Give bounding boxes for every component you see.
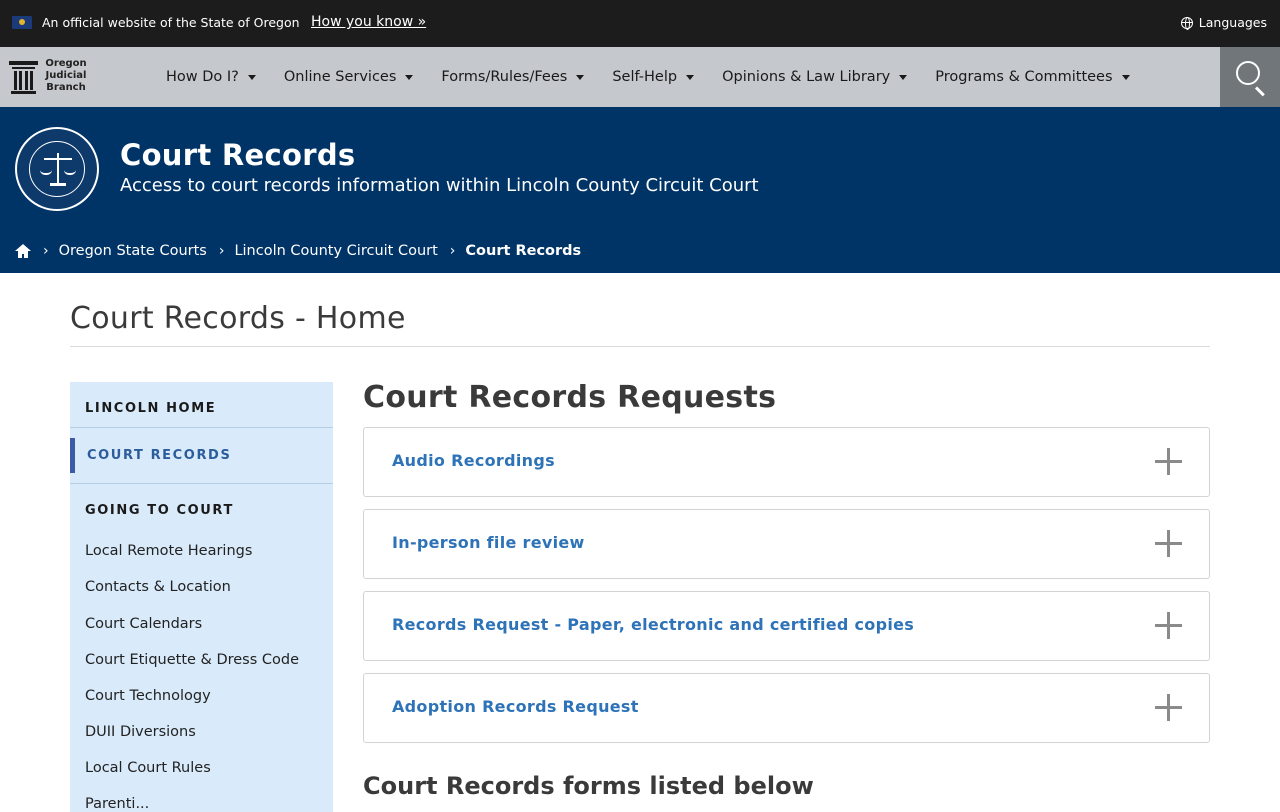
caret-down-icon	[247, 74, 256, 80]
page-hero: Court Records Access to court records in…	[0, 107, 1280, 273]
pillar-icon	[9, 59, 38, 94]
plus-icon	[1155, 448, 1182, 475]
sidebar-divider	[70, 427, 333, 428]
sidebar-item-lincoln-home[interactable]: LINCOLN HOME	[85, 401, 216, 416]
plus-icon	[1155, 612, 1182, 639]
sidebar-item-court-records[interactable]: COURT RECORDS	[70, 438, 333, 473]
plus-icon	[1155, 530, 1182, 557]
languages-button[interactable]: Languages	[1180, 15, 1267, 30]
nav-item-how-do-i[interactable]: How Do I?	[166, 69, 256, 85]
how-you-know-link[interactable]: How you know »	[311, 14, 426, 30]
page-title: Court Records - Home	[70, 301, 406, 336]
sidebar-section-going-to-court: GOING TO COURT	[85, 503, 234, 518]
breadcrumb: › Oregon State Courts › Lincoln County C…	[15, 243, 581, 259]
caret-down-icon	[686, 74, 695, 80]
sidebar-item-court-technology[interactable]: Court Technology	[85, 688, 211, 704]
official-website-text: An official website of the State of Oreg…	[42, 15, 300, 30]
nav-item-programs-committees[interactable]: Programs & Committees	[935, 69, 1130, 85]
breadcrumb-lincoln-county[interactable]: Lincoln County Circuit Court	[234, 243, 437, 259]
sidebar-item-local-court-rules[interactable]: Local Court Rules	[85, 760, 211, 776]
search-icon	[1236, 61, 1260, 85]
caret-down-icon	[576, 74, 585, 80]
judicial-department-seal-icon	[15, 127, 99, 211]
sidebar: LINCOLN HOME COURT RECORDS GOING TO COUR…	[70, 382, 333, 812]
main-navbar: Oregon Judicial Branch How Do I? Online …	[0, 47, 1280, 107]
forms-heading: Court Records forms listed below	[363, 772, 814, 800]
sidebar-divider	[70, 483, 333, 484]
chevron-right-icon: ›	[43, 243, 49, 259]
oregon-flag-icon	[12, 16, 32, 29]
title-divider	[70, 346, 1210, 347]
nav-item-opinions-law-library[interactable]: Opinions & Law Library	[722, 69, 908, 85]
accordion-in-person-file-review[interactable]: In-person file review	[363, 509, 1210, 579]
caret-down-icon	[899, 74, 908, 80]
hero-title: Court Records	[120, 138, 356, 172]
home-icon[interactable]	[15, 244, 31, 258]
breadcrumb-oregon-state-courts[interactable]: Oregon State Courts	[59, 243, 207, 259]
sidebar-item-court-etiquette[interactable]: Court Etiquette & Dress Code	[85, 652, 299, 668]
nav-item-forms-rules-fees[interactable]: Forms/Rules/Fees	[441, 69, 585, 85]
accordion-audio-recordings[interactable]: Audio Recordings	[363, 427, 1210, 497]
active-indicator	[70, 438, 75, 473]
caret-down-icon	[1121, 74, 1130, 80]
sidebar-item-label: COURT RECORDS	[87, 448, 232, 463]
sidebar-item-local-remote-hearings[interactable]: Local Remote Hearings	[85, 543, 252, 559]
nav-item-self-help[interactable]: Self-Help	[612, 69, 695, 85]
accordion-records-request[interactable]: Records Request - Paper, electronic and …	[363, 591, 1210, 661]
sidebar-item-duii-diversions[interactable]: DUII Diversions	[85, 724, 196, 740]
sidebar-item-court-calendars[interactable]: Court Calendars	[85, 616, 202, 632]
search-button[interactable]	[1220, 47, 1280, 107]
accordion-label: Audio Recordings	[392, 451, 555, 470]
nav-menu: How Do I? Online Services Forms/Rules/Fe…	[166, 47, 1158, 107]
ojb-logo[interactable]: Oregon Judicial Branch	[9, 58, 88, 94]
chevron-right-icon: ›	[449, 243, 456, 259]
accordion-label: In-person file review	[392, 533, 585, 552]
caret-down-icon	[405, 74, 414, 80]
accordion-adoption-records[interactable]: Adoption Records Request	[363, 673, 1210, 743]
sidebar-item-contacts-location[interactable]: Contacts & Location	[85, 579, 231, 595]
chevron-right-icon: ›	[218, 243, 225, 259]
sidebar-item-parenting[interactable]: Parenti...	[85, 796, 149, 812]
gov-banner: An official website of the State of Oreg…	[0, 0, 1280, 47]
breadcrumb-current: Court Records	[465, 243, 582, 259]
accordion-label: Adoption Records Request	[392, 697, 639, 716]
nav-item-online-services[interactable]: Online Services	[284, 69, 414, 85]
section-heading: Court Records Requests	[363, 380, 777, 415]
accordion-label: Records Request - Paper, electronic and …	[392, 615, 915, 634]
languages-label: Languages	[1198, 15, 1267, 30]
hero-subtitle: Access to court records information with…	[120, 175, 759, 196]
globe-icon	[1180, 16, 1193, 30]
plus-icon	[1155, 694, 1182, 721]
logo-text: Oregon Judicial Branch	[45, 58, 87, 93]
